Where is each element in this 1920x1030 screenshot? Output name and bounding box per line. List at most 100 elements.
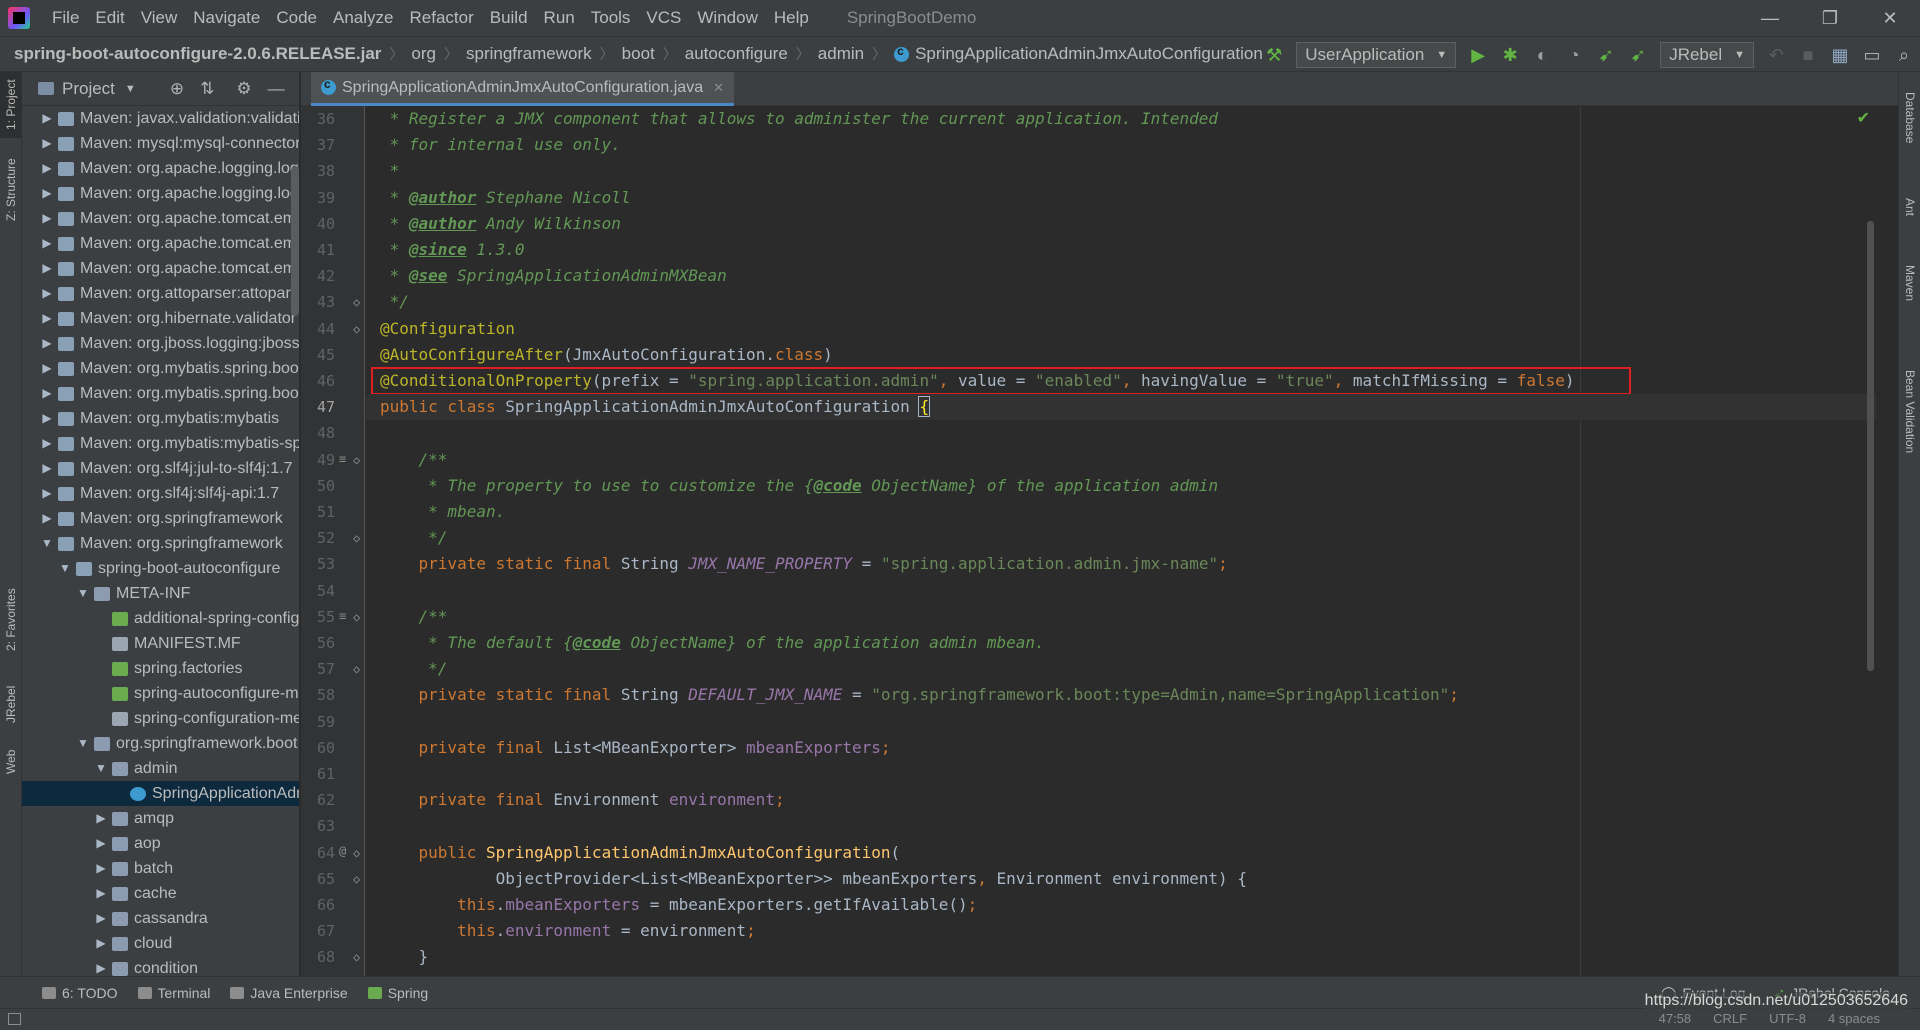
- tree-item[interactable]: ▶ Maven: javax.validation:validation-api: [22, 106, 299, 131]
- expanded-arrow-icon[interactable]: ▼: [40, 531, 54, 556]
- locate-icon[interactable]: ⊕: [170, 79, 184, 99]
- run-config-select[interactable]: UserApplication ▼: [1296, 42, 1457, 68]
- rerun-icon[interactable]: ↶: [1760, 37, 1792, 73]
- fold-marker-icon[interactable]: ◇: [353, 872, 360, 886]
- build-hammer-icon[interactable]: ⚒: [1258, 37, 1290, 73]
- close-window-button[interactable]: ✕: [1860, 0, 1920, 36]
- tree-item[interactable]: ▶ condition: [22, 956, 299, 976]
- fold-marker-icon[interactable]: ◇: [353, 295, 360, 309]
- project-scrollbar[interactable]: [291, 106, 299, 976]
- editor-scrollbar-thumb[interactable]: [1867, 221, 1874, 671]
- tree-item[interactable]: ▶ Maven: org.slf4j:slf4j-api:1.7: [22, 481, 299, 506]
- caret-position[interactable]: 47:58: [1659, 1011, 1692, 1026]
- tab-favorites[interactable]: 2: Favorites: [0, 580, 22, 660]
- collapsed-arrow-icon[interactable]: ▶: [40, 406, 54, 431]
- tree-item[interactable]: additional-spring-configuration: [22, 606, 299, 631]
- code-line[interactable]: ObjectProvider<List<MBeanExporter>> mbea…: [380, 866, 1247, 892]
- menu-analyze[interactable]: Analyze: [325, 0, 401, 36]
- menu-window[interactable]: Window: [689, 0, 765, 36]
- breadcrumb-jar[interactable]: spring-boot-autoconfigure-2.0.6.RELEASE.…: [0, 44, 385, 64]
- fold-marker-icon[interactable]: ◇: [353, 950, 360, 964]
- close-icon[interactable]: ✕: [713, 80, 724, 96]
- indent-setting[interactable]: 4 spaces: [1828, 1011, 1880, 1026]
- todo-tool-button[interactable]: 6: TODO: [42, 985, 118, 1001]
- tree-item[interactable]: MANIFEST.MF: [22, 631, 299, 656]
- collapsed-arrow-icon[interactable]: ▶: [40, 281, 54, 306]
- collapsed-arrow-icon[interactable]: ▶: [94, 856, 108, 881]
- breadcrumb-class[interactable]: SpringApplicationAdminJmxAutoConfigurati…: [890, 44, 1267, 64]
- stop-icon[interactable]: ■: [1792, 37, 1824, 73]
- breadcrumb-admin[interactable]: admin: [814, 44, 868, 64]
- menu-view[interactable]: View: [133, 0, 186, 36]
- tab-structure[interactable]: Z: Structure: [0, 150, 22, 230]
- minimize-button[interactable]: —: [1740, 0, 1800, 36]
- editor-gutter[interactable]: 36 37 38 39 40 41 42 43 ◇ 44 ◇ 45 46 47 48 49 ◇ ≡ 50 51 52 ◇ 5…: [301, 106, 365, 976]
- tab-jrebel[interactable]: JRebel: [0, 674, 22, 734]
- menu-file[interactable]: File: [44, 0, 87, 36]
- tree-item[interactable]: ▶ batch: [22, 856, 299, 881]
- tree-item[interactable]: ▶ Maven: org.apache.tomcat.embed: [22, 256, 299, 281]
- code-line[interactable]: * The default {@code ObjectName} of the …: [380, 630, 1045, 656]
- collapsed-arrow-icon[interactable]: ▶: [40, 131, 54, 156]
- rendered-doc-icon[interactable]: ≡: [339, 609, 346, 623]
- menu-vcs[interactable]: VCS: [638, 0, 689, 36]
- collapsed-arrow-icon[interactable]: ▶: [40, 156, 54, 181]
- collapsed-arrow-icon[interactable]: ▶: [40, 381, 54, 406]
- tree-item[interactable]: ▶ Maven: org.slf4j:jul-to-slf4j:1.7: [22, 456, 299, 481]
- editor-tab-active[interactable]: SpringApplicationAdminJmxAutoConfigurati…: [311, 72, 734, 106]
- expanded-arrow-icon[interactable]: ▼: [58, 556, 72, 581]
- tree-item[interactable]: ▶ Maven: org.apache.logging.log4j: [22, 156, 299, 181]
- collapsed-arrow-icon[interactable]: ▶: [40, 106, 54, 131]
- chevron-down-icon[interactable]: ▼: [125, 83, 136, 95]
- coverage-icon[interactable]: ◐: [1526, 37, 1558, 73]
- code-line[interactable]: * @author Stephane Nicoll: [380, 185, 631, 211]
- code-line[interactable]: this.mbeanExporters = mbeanExporters.get…: [380, 892, 977, 918]
- run-icon[interactable]: ▶: [1462, 37, 1494, 73]
- code-line[interactable]: /**: [380, 447, 448, 473]
- profile-icon[interactable]: ◔: [1558, 37, 1590, 73]
- collapsed-arrow-icon[interactable]: ▶: [94, 806, 108, 831]
- file-encoding[interactable]: UTF-8: [1769, 1011, 1806, 1026]
- collapsed-arrow-icon[interactable]: ▶: [40, 231, 54, 256]
- project-structure-icon[interactable]: ▦: [1824, 37, 1856, 73]
- tree-item[interactable]: SpringApplicationAdminJmxAutoConfigurati…: [22, 781, 299, 806]
- code-line[interactable]: }: [380, 944, 429, 970]
- expanded-arrow-icon[interactable]: ▼: [94, 756, 108, 781]
- collapsed-arrow-icon[interactable]: ▶: [40, 306, 54, 331]
- tree-item[interactable]: ▼ Maven: org.springframework: [22, 531, 299, 556]
- search-icon[interactable]: ⌕: [1888, 37, 1920, 73]
- breadcrumb-org[interactable]: org: [407, 44, 440, 64]
- code-line[interactable]: * @author Andy Wilkinson: [380, 211, 621, 237]
- collapse-all-icon[interactable]: ⇅: [200, 79, 214, 99]
- tree-item[interactable]: spring-autoconfigure-metadata: [22, 681, 299, 706]
- fold-marker-icon[interactable]: ◇: [353, 662, 360, 676]
- tree-item[interactable]: ▶ Maven: org.attoparser:attoparser: [22, 281, 299, 306]
- toggle-tool-windows-icon[interactable]: [8, 1013, 21, 1025]
- restore-button[interactable]: ❐: [1800, 0, 1860, 36]
- collapsed-arrow-icon[interactable]: ▶: [40, 206, 54, 231]
- jrebel-run-icon[interactable]: ➹: [1590, 37, 1622, 73]
- collapsed-arrow-icon[interactable]: ▶: [94, 906, 108, 931]
- tree-item[interactable]: ▶ Maven: org.mybatis:mybatis: [22, 406, 299, 431]
- tree-item[interactable]: ▶ cassandra: [22, 906, 299, 931]
- code-line[interactable]: this.environment = environment;: [380, 918, 756, 944]
- code-line[interactable]: private static final String JMX_NAME_PRO…: [380, 551, 1228, 577]
- breadcrumb-boot[interactable]: boot: [618, 44, 659, 64]
- code-line[interactable]: */: [380, 656, 447, 682]
- expanded-arrow-icon[interactable]: ▼: [76, 731, 90, 756]
- tree-item[interactable]: spring.factories: [22, 656, 299, 681]
- tree-item[interactable]: ▶ Maven: org.hibernate.validator: [22, 306, 299, 331]
- presentation-icon[interactable]: ▭: [1856, 37, 1888, 73]
- tree-item[interactable]: ▶ Maven: org.jboss.logging:jboss-logging: [22, 331, 299, 356]
- code-line[interactable]: * for internal use only.: [380, 132, 621, 158]
- fold-marker-icon[interactable]: ◇: [353, 453, 360, 467]
- project-scrollbar-thumb[interactable]: [291, 166, 299, 316]
- menu-build[interactable]: Build: [482, 0, 536, 36]
- tree-item[interactable]: ▶ Maven: org.mybatis.spring.boot: [22, 356, 299, 381]
- line-separator[interactable]: CRLF: [1713, 1011, 1747, 1026]
- code-line[interactable]: * mbean.: [380, 499, 505, 525]
- debug-icon[interactable]: ✱: [1494, 37, 1526, 73]
- collapsed-arrow-icon[interactable]: ▶: [40, 431, 54, 456]
- code-line[interactable]: */: [380, 525, 447, 551]
- tree-item[interactable]: ▶ Maven: org.springframework: [22, 506, 299, 531]
